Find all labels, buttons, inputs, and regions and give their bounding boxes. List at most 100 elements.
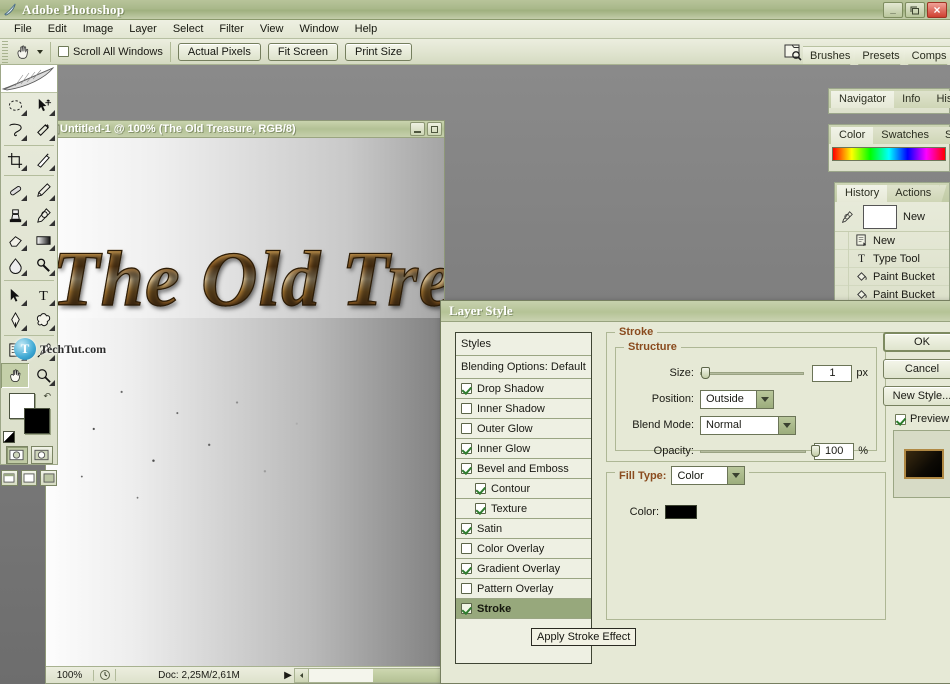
tab-actions[interactable]: Actions [887, 185, 940, 202]
print-size-button[interactable]: Print Size [344, 42, 413, 61]
stroke-color-chip[interactable] [665, 505, 697, 519]
magic-wand-icon[interactable] [29, 118, 57, 143]
minimize-button[interactable]: _ [883, 2, 903, 18]
menu-layer[interactable]: Layer [121, 21, 165, 37]
standard-screen-mode-icon[interactable] [1, 470, 18, 486]
history-brush-source-box[interactable] [835, 231, 849, 250]
document-maximize-button[interactable] [427, 122, 442, 136]
blend-mode-dropdown[interactable]: Normal [700, 415, 796, 435]
tab-styles[interactable]: Styles [937, 127, 950, 144]
position-dropdown[interactable]: Outside [700, 389, 774, 409]
file-browser-icon[interactable] [783, 40, 803, 64]
background-color-swatch[interactable] [24, 408, 50, 434]
restore-button[interactable] [905, 2, 925, 18]
palette-well-tab-comps[interactable]: Comps [904, 46, 950, 64]
clone-stamp-icon[interactable] [1, 203, 29, 228]
effect-checkbox[interactable] [461, 403, 472, 414]
document-canvas[interactable]: The Old Treasure [46, 138, 444, 667]
custom-shape-icon[interactable] [29, 308, 57, 333]
effect-checkbox[interactable] [461, 563, 472, 574]
effect-checkbox[interactable] [475, 483, 486, 494]
styles-list-header[interactable]: Styles [456, 333, 591, 356]
effect-item-satin[interactable]: Satin [456, 519, 591, 539]
close-button[interactable]: × [927, 2, 947, 18]
new-style-button[interactable]: New Style... [883, 386, 950, 406]
quick-mask-mode-icon[interactable] [30, 446, 53, 464]
path-selection-icon[interactable] [1, 283, 29, 308]
palette-well-tab-brushes[interactable]: Brushes [803, 46, 856, 64]
pen-tool-icon[interactable] [1, 308, 29, 333]
options-bar-grip[interactable] [2, 40, 8, 63]
chevron-down-icon[interactable] [778, 416, 795, 434]
effect-checkbox[interactable] [461, 383, 472, 394]
menu-image[interactable]: Image [75, 21, 122, 37]
brush-tool-icon[interactable] [29, 178, 57, 203]
blending-options-item[interactable]: Blending Options: Default [456, 356, 591, 379]
move-tool-icon[interactable] [29, 93, 57, 118]
dodge-tool-icon[interactable] [29, 253, 57, 278]
history-state-row[interactable]: T Type Tool [835, 249, 949, 268]
chevron-down-icon[interactable] [727, 467, 745, 484]
preview-checkbox-row[interactable]: Preview [883, 413, 950, 425]
effect-checkbox[interactable] [461, 443, 472, 454]
effect-item-color-overlay[interactable]: Color Overlay [456, 539, 591, 559]
preview-checkbox[interactable] [895, 413, 906, 425]
effect-checkbox[interactable] [461, 463, 472, 474]
eraser-tool-icon[interactable] [1, 228, 29, 253]
rectangular-marquee-icon[interactable] [1, 93, 29, 118]
full-screen-icon[interactable] [40, 470, 58, 486]
menu-filter[interactable]: Filter [211, 21, 251, 37]
actual-pixels-button[interactable]: Actual Pixels [177, 42, 261, 61]
menu-select[interactable]: Select [165, 21, 212, 37]
layer-style-dialog-title-bar[interactable]: Layer Style [441, 301, 950, 322]
crop-tool-icon[interactable] [1, 148, 29, 173]
tab-history[interactable]: History [837, 185, 888, 202]
history-state-row[interactable]: New [835, 231, 949, 250]
fill-type-dropdown[interactable]: Color [671, 466, 746, 485]
slice-tool-icon[interactable] [29, 148, 57, 173]
effect-item-pattern-overlay[interactable]: Pattern Overlay [456, 579, 591, 599]
type-tool-icon[interactable]: T [29, 283, 57, 308]
status-menu-arrow-icon[interactable]: ▶ [282, 670, 294, 681]
horizontal-scrollbar[interactable] [294, 667, 444, 683]
effect-item-contour[interactable]: Contour [456, 479, 591, 499]
menu-edit[interactable]: Edit [40, 21, 75, 37]
effect-checkbox[interactable] [461, 423, 472, 434]
tab-info[interactable]: Info [894, 91, 929, 108]
effect-checkbox[interactable] [461, 543, 472, 554]
effect-checkbox[interactable] [461, 603, 472, 614]
standard-mode-icon[interactable] [5, 446, 28, 464]
size-input[interactable]: 1 [812, 364, 853, 382]
zoom-tool-icon[interactable] [29, 363, 57, 388]
history-brush-source-box[interactable] [835, 249, 849, 268]
scroll-all-windows-checkbox[interactable]: Scroll All Windows [58, 46, 163, 58]
hand-tool-icon[interactable] [1, 363, 29, 388]
size-slider-thumb[interactable] [701, 366, 710, 379]
effect-item-texture[interactable]: Texture [456, 499, 591, 519]
document-minimize-button[interactable] [410, 122, 425, 136]
menu-help[interactable]: Help [347, 21, 386, 37]
effect-checkbox[interactable] [461, 523, 472, 534]
effect-item-stroke[interactable]: Stroke [456, 599, 591, 619]
tab-navigator[interactable]: Navigator [831, 91, 895, 108]
full-screen-menubar-icon[interactable] [20, 470, 38, 486]
scrollbar-thumb[interactable] [373, 668, 443, 682]
effect-item-inner-glow[interactable]: Inner Glow [456, 439, 591, 459]
chevron-down-icon[interactable] [756, 390, 773, 408]
menu-window[interactable]: Window [292, 21, 347, 37]
default-colors-icon[interactable] [3, 431, 15, 443]
scroll-left-icon[interactable] [295, 668, 309, 682]
history-state-row[interactable]: Paint Bucket [835, 267, 949, 286]
opacity-slider-thumb[interactable] [811, 444, 820, 457]
opacity-input[interactable]: 100 [814, 442, 855, 460]
zoom-level-field[interactable]: 100% [46, 669, 94, 681]
effect-item-inner-shadow[interactable]: Inner Shadow [456, 399, 591, 419]
palette-well-tab-presets[interactable]: Presets [855, 46, 905, 64]
history-brush-source-box[interactable] [835, 267, 849, 286]
tab-swatches[interactable]: Swatches [873, 127, 937, 144]
history-brush-icon[interactable] [29, 203, 57, 228]
tab-histogram[interactable]: Histogram [928, 91, 950, 108]
fit-screen-button[interactable]: Fit Screen [267, 42, 338, 61]
lasso-tool-icon[interactable] [1, 118, 29, 143]
healing-brush-icon[interactable] [1, 178, 29, 203]
